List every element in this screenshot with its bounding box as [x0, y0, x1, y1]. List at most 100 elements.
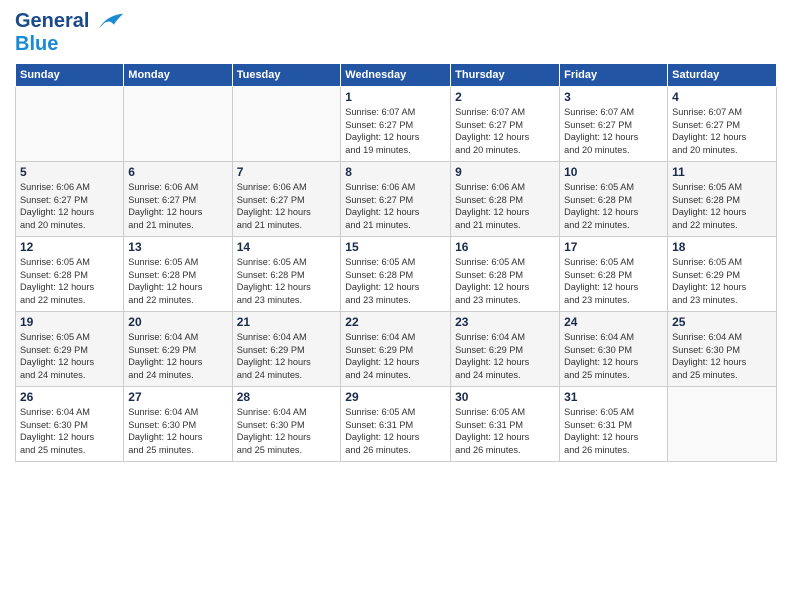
day-number: 2 [455, 90, 555, 104]
day-info: Sunrise: 6:04 AM Sunset: 6:30 PM Dayligh… [564, 331, 663, 383]
calendar-cell [124, 86, 232, 161]
calendar-cell: 16Sunrise: 6:05 AM Sunset: 6:28 PM Dayli… [451, 236, 560, 311]
calendar-header-row: SundayMondayTuesdayWednesdayThursdayFrid… [16, 63, 777, 86]
weekday-header-friday: Friday [560, 63, 668, 86]
calendar-cell: 27 Sunrise: 6:04 AM Sunset: 6:30 PM Dayli… [124, 386, 232, 461]
day-number: 10 [564, 165, 663, 179]
day-info: Sunrise: 6:05 AM Sunset: 6:28 PM Dayligh… [128, 256, 227, 308]
calendar-cell [232, 86, 341, 161]
calendar-cell: 19 Sunrise: 6:05 AM Sunset: 6:29 PM Dayli… [16, 311, 124, 386]
day-number: 4 [672, 90, 772, 104]
day-number: 17 [564, 240, 663, 254]
day-info: Sunrise: 6:06 AM Sunset: 6:27 PM Dayligh… [237, 181, 337, 233]
calendar-cell: 1 Sunrise: 6:07 AM Sunset: 6:27 PM Daylig… [341, 86, 451, 161]
day-info: Sunrise: 6:06 AM Sunset: 6:27 PM Dayligh… [128, 181, 227, 233]
calendar-week-3: 12 Sunrise: 6:05 AM Sunset: 6:28 PM Dayli… [16, 236, 777, 311]
day-number: 12 [20, 240, 119, 254]
day-info: Sunrise: 6:05 AM Sunset: 6:31 PM Dayligh… [455, 406, 555, 458]
calendar-cell: 6 Sunrise: 6:06 AM Sunset: 6:27 PM Daylig… [124, 161, 232, 236]
day-number: 31 [564, 390, 663, 404]
day-number: 28 [237, 390, 337, 404]
logo-blue: Blue [15, 33, 125, 55]
day-number: 13 [128, 240, 227, 254]
day-info: Sunrise: 6:04 AM Sunset: 6:29 PM Dayligh… [455, 331, 555, 383]
weekday-header-monday: Monday [124, 63, 232, 86]
day-info: Sunrise: 6:07 AM Sunset: 6:27 PM Dayligh… [345, 106, 446, 158]
logo-bird-icon [97, 11, 125, 33]
page: General Blue SundayMondayTuesdayWednesda… [0, 0, 792, 612]
calendar-cell: 10 Sunrise: 6:05 AM Sunset: 6:28 PM Dayli… [560, 161, 668, 236]
calendar-cell: 24 Sunrise: 6:04 AM Sunset: 6:30 PM Dayli… [560, 311, 668, 386]
day-info: Sunrise: 6:05 AM Sunset: 6:28 PM Dayligh… [455, 256, 555, 308]
calendar-cell: 25Sunrise: 6:04 AM Sunset: 6:30 PM Dayli… [668, 311, 777, 386]
calendar-week-1: 1 Sunrise: 6:07 AM Sunset: 6:27 PM Daylig… [16, 86, 777, 161]
calendar-cell: 18Sunrise: 6:05 AM Sunset: 6:29 PM Dayli… [668, 236, 777, 311]
calendar-cell [668, 386, 777, 461]
logo-text: General [15, 10, 125, 33]
day-number: 30 [455, 390, 555, 404]
day-number: 3 [564, 90, 663, 104]
day-info: Sunrise: 6:04 AM Sunset: 6:30 PM Dayligh… [128, 406, 227, 458]
day-info: Sunrise: 6:07 AM Sunset: 6:27 PM Dayligh… [455, 106, 555, 158]
calendar-cell: 29 Sunrise: 6:05 AM Sunset: 6:31 PM Dayli… [341, 386, 451, 461]
calendar-cell: 31 Sunrise: 6:05 AM Sunset: 6:31 PM Dayli… [560, 386, 668, 461]
calendar-cell: 2 Sunrise: 6:07 AM Sunset: 6:27 PM Daylig… [451, 86, 560, 161]
calendar-cell [16, 86, 124, 161]
day-info: Sunrise: 6:04 AM Sunset: 6:29 PM Dayligh… [237, 331, 337, 383]
day-info: Sunrise: 6:05 AM Sunset: 6:28 PM Dayligh… [237, 256, 337, 308]
day-number: 8 [345, 165, 446, 179]
day-info: Sunrise: 6:04 AM Sunset: 6:29 PM Dayligh… [128, 331, 227, 383]
day-info: Sunrise: 6:04 AM Sunset: 6:29 PM Dayligh… [345, 331, 446, 383]
day-info: Sunrise: 6:06 AM Sunset: 6:28 PM Dayligh… [455, 181, 555, 233]
day-info: Sunrise: 6:04 AM Sunset: 6:30 PM Dayligh… [237, 406, 337, 458]
calendar-cell: 5Sunrise: 6:06 AM Sunset: 6:27 PM Daylig… [16, 161, 124, 236]
day-number: 26 [20, 390, 119, 404]
calendar-cell: 21 Sunrise: 6:04 AM Sunset: 6:29 PM Dayli… [232, 311, 341, 386]
weekday-header-wednesday: Wednesday [341, 63, 451, 86]
calendar-cell: 14Sunrise: 6:05 AM Sunset: 6:28 PM Dayli… [232, 236, 341, 311]
day-info: Sunrise: 6:05 AM Sunset: 6:29 PM Dayligh… [672, 256, 772, 308]
day-info: Sunrise: 6:05 AM Sunset: 6:29 PM Dayligh… [20, 331, 119, 383]
day-info: Sunrise: 6:05 AM Sunset: 6:28 PM Dayligh… [345, 256, 446, 308]
day-info: Sunrise: 6:07 AM Sunset: 6:27 PM Dayligh… [672, 106, 772, 158]
calendar-cell: 11Sunrise: 6:05 AM Sunset: 6:28 PM Dayli… [668, 161, 777, 236]
day-info: Sunrise: 6:05 AM Sunset: 6:28 PM Dayligh… [672, 181, 772, 233]
calendar-cell: 28 Sunrise: 6:04 AM Sunset: 6:30 PM Dayli… [232, 386, 341, 461]
day-info: Sunrise: 6:05 AM Sunset: 6:31 PM Dayligh… [345, 406, 446, 458]
day-number: 6 [128, 165, 227, 179]
day-number: 22 [345, 315, 446, 329]
calendar-cell: 7 Sunrise: 6:06 AM Sunset: 6:27 PM Daylig… [232, 161, 341, 236]
day-info: Sunrise: 6:05 AM Sunset: 6:28 PM Dayligh… [20, 256, 119, 308]
day-number: 24 [564, 315, 663, 329]
day-info: Sunrise: 6:06 AM Sunset: 6:27 PM Dayligh… [345, 181, 446, 233]
calendar-cell: 9 Sunrise: 6:06 AM Sunset: 6:28 PM Daylig… [451, 161, 560, 236]
day-number: 29 [345, 390, 446, 404]
weekday-header-tuesday: Tuesday [232, 63, 341, 86]
day-number: 15 [345, 240, 446, 254]
calendar-cell: 20 Sunrise: 6:04 AM Sunset: 6:29 PM Dayli… [124, 311, 232, 386]
day-info: Sunrise: 6:06 AM Sunset: 6:27 PM Dayligh… [20, 181, 119, 233]
day-number: 27 [128, 390, 227, 404]
day-info: Sunrise: 6:05 AM Sunset: 6:28 PM Dayligh… [564, 256, 663, 308]
calendar-week-2: 5Sunrise: 6:06 AM Sunset: 6:27 PM Daylig… [16, 161, 777, 236]
day-number: 1 [345, 90, 446, 104]
day-number: 9 [455, 165, 555, 179]
day-number: 19 [20, 315, 119, 329]
day-number: 23 [455, 315, 555, 329]
calendar-cell: 4 Sunrise: 6:07 AM Sunset: 6:27 PM Daylig… [668, 86, 777, 161]
day-info: Sunrise: 6:05 AM Sunset: 6:28 PM Dayligh… [564, 181, 663, 233]
calendar-cell: 12 Sunrise: 6:05 AM Sunset: 6:28 PM Dayli… [16, 236, 124, 311]
day-info: Sunrise: 6:04 AM Sunset: 6:30 PM Dayligh… [20, 406, 119, 458]
day-number: 21 [237, 315, 337, 329]
calendar-table: SundayMondayTuesdayWednesdayThursdayFrid… [15, 63, 777, 462]
day-number: 20 [128, 315, 227, 329]
calendar-cell: 8 Sunrise: 6:06 AM Sunset: 6:27 PM Daylig… [341, 161, 451, 236]
calendar-cell: 3Sunrise: 6:07 AM Sunset: 6:27 PM Daylig… [560, 86, 668, 161]
calendar-cell: 26 Sunrise: 6:04 AM Sunset: 6:30 PM Dayli… [16, 386, 124, 461]
day-info: Sunrise: 6:05 AM Sunset: 6:31 PM Dayligh… [564, 406, 663, 458]
calendar-cell: 13 Sunrise: 6:05 AM Sunset: 6:28 PM Dayli… [124, 236, 232, 311]
day-number: 7 [237, 165, 337, 179]
calendar-week-5: 26 Sunrise: 6:04 AM Sunset: 6:30 PM Dayli… [16, 386, 777, 461]
calendar-week-4: 19 Sunrise: 6:05 AM Sunset: 6:29 PM Dayli… [16, 311, 777, 386]
weekday-header-saturday: Saturday [668, 63, 777, 86]
